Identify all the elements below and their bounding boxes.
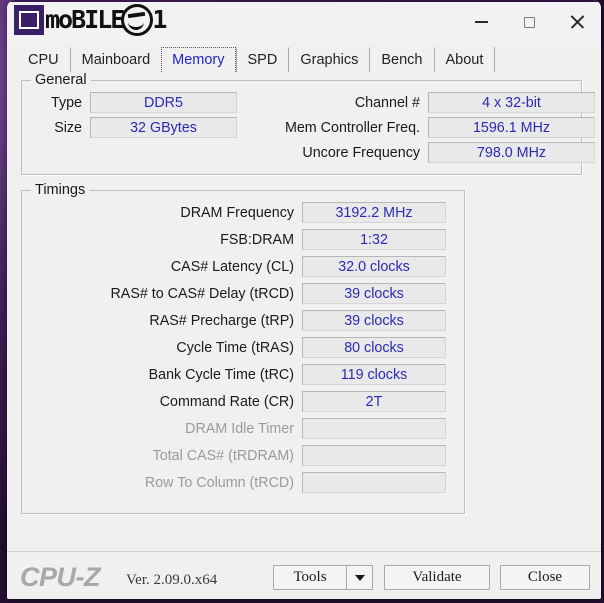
type-value: DDR5 xyxy=(90,92,237,113)
timings-row-row-to-column: Row To Column (tRCD) xyxy=(44,472,446,493)
tab-spd[interactable]: SPD xyxy=(235,47,289,72)
fsb-dram-label: FSB:DRAM xyxy=(220,231,294,248)
timings-row-command-rate: Command Rate (CR) 2T xyxy=(44,391,446,412)
dram-frequency-label: DRAM Frequency xyxy=(180,204,294,221)
dram-idle-timer-label: DRAM Idle Timer xyxy=(185,420,294,437)
memory-tab-panel: General Type DDR5 Size 32 GBytes Channel… xyxy=(7,72,601,571)
tab-label: About xyxy=(445,52,484,68)
tab-label: Mainboard xyxy=(81,52,151,68)
general-row-channel: Channel # 4 x 32-bit xyxy=(227,92,595,113)
close-icon xyxy=(570,15,584,29)
type-label: Type xyxy=(51,94,82,111)
size-value: 32 GBytes xyxy=(90,117,237,138)
uncore-frequency-label: Uncore Frequency xyxy=(302,144,420,161)
timings-row-cas-latency: CAS# Latency (CL) 32.0 clocks xyxy=(44,256,446,277)
tab-strip: CPU Mainboard Memory SPD Graphics Bench … xyxy=(17,44,601,72)
cycle-time-label: Cycle Time (tRAS) xyxy=(176,339,294,356)
minimize-button[interactable] xyxy=(457,0,505,44)
tools-dropdown-button[interactable] xyxy=(346,565,373,590)
watermark-badge-icon xyxy=(14,4,44,35)
ras-to-cas-delay-value: 39 clocks xyxy=(302,283,446,304)
tab-label: SPD xyxy=(247,52,278,68)
timings-row-trcd: RAS# to CAS# Delay (tRCD) 39 clocks xyxy=(44,283,446,304)
chevron-down-icon xyxy=(354,574,365,581)
general-row-size: Size 32 GBytes xyxy=(26,117,237,138)
cpuz-brand-logo: CPU-Z xyxy=(20,562,101,592)
ras-to-cas-delay-label: RAS# to CAS# Delay (tRCD) xyxy=(110,285,294,302)
tab-about[interactable]: About xyxy=(433,47,495,72)
minimize-icon xyxy=(474,21,488,23)
dram-frequency-value: 3192.2 MHz xyxy=(302,202,446,223)
window-controls xyxy=(457,0,601,44)
close-button-label: Close xyxy=(527,569,563,585)
tab-memory[interactable]: Memory xyxy=(161,47,236,72)
tab-graphics[interactable]: Graphics xyxy=(288,47,370,72)
mem-controller-freq-label: Mem Controller Freq. xyxy=(284,119,420,136)
general-row-type: Type DDR5 xyxy=(26,92,237,113)
uncore-frequency-value: 798.0 MHz xyxy=(428,142,595,163)
maximize-icon xyxy=(523,16,535,28)
channel-label: Channel # xyxy=(354,94,420,111)
maximize-button[interactable] xyxy=(505,0,553,44)
timings-group-title: Timings xyxy=(31,182,90,198)
ras-precharge-label: RAS# Precharge (tRP) xyxy=(149,312,294,329)
bank-cycle-time-label: Bank Cycle Time (tRC) xyxy=(148,366,294,383)
tools-button[interactable]: Tools xyxy=(273,565,347,590)
tab-label: Memory xyxy=(172,52,225,68)
command-rate-label: Command Rate (CR) xyxy=(159,393,294,410)
timings-row-trp: RAS# Precharge (tRP) 39 clocks xyxy=(44,310,446,331)
cas-latency-value: 32.0 clocks xyxy=(302,256,446,277)
watermark-text: moBILE xyxy=(45,5,125,34)
general-group: General Type DDR5 Size 32 GBytes Channel… xyxy=(21,72,595,175)
general-group-title: General xyxy=(31,72,91,88)
watermark-smiley-icon xyxy=(121,3,154,36)
tab-cpu[interactable]: CPU xyxy=(17,47,70,72)
tab-mainboard[interactable]: Mainboard xyxy=(69,47,162,72)
cycle-time-value: 80 clocks xyxy=(302,337,446,358)
general-row-uncore-frequency: Uncore Frequency 798.0 MHz xyxy=(227,142,595,163)
close-button[interactable] xyxy=(553,0,601,44)
close-app-button[interactable]: Close xyxy=(500,565,590,590)
timings-row-fsb-dram: FSB:DRAM 1:32 xyxy=(44,229,446,250)
ras-precharge-value: 39 clocks xyxy=(302,310,446,331)
bank-cycle-time-value: 119 clocks xyxy=(302,364,446,385)
channel-value: 4 x 32-bit xyxy=(428,92,595,113)
tab-label: CPU xyxy=(28,52,59,68)
timings-row-dram-idle-timer: DRAM Idle Timer xyxy=(44,418,446,439)
fsb-dram-value: 1:32 xyxy=(302,229,446,250)
timings-row-tras: Cycle Time (tRAS) 80 clocks xyxy=(44,337,446,358)
tab-label: Bench xyxy=(381,52,423,68)
general-row-mem-controller-freq: Mem Controller Freq. 1596.1 MHz xyxy=(227,117,595,138)
cpuz-window: moBILE 1 CPU Mainboard Memory SPD Graphi… xyxy=(7,0,601,599)
timings-row-trc: Bank Cycle Time (tRC) 119 clocks xyxy=(44,364,446,385)
cas-latency-label: CAS# Latency (CL) xyxy=(170,258,294,275)
watermark-one: 1 xyxy=(152,5,168,34)
tab-bench[interactable]: Bench xyxy=(369,47,434,72)
mem-controller-freq-value: 1596.1 MHz xyxy=(428,117,595,138)
timings-row-total-cas: Total CAS# (tRDRAM) xyxy=(44,445,446,466)
timings-group: Timings DRAM Frequency 3192.2 MHz FSB:DR… xyxy=(21,182,465,514)
row-to-column-value xyxy=(302,472,446,493)
validate-button[interactable]: Validate xyxy=(384,565,490,590)
tab-end-separator xyxy=(494,47,496,72)
row-to-column-label: Row To Column (tRCD) xyxy=(144,474,294,491)
footer-bar: CPU-Z Ver. 2.09.0.x64 Tools Validate Clo… xyxy=(7,551,601,599)
total-cas-label: Total CAS# (tRDRAM) xyxy=(152,447,294,464)
mobile01-watermark-logo: moBILE 1 xyxy=(14,3,167,36)
total-cas-value xyxy=(302,445,446,466)
validate-button-label: Validate xyxy=(412,569,462,585)
timings-row-dram-frequency: DRAM Frequency 3192.2 MHz xyxy=(44,202,446,223)
dram-idle-timer-value xyxy=(302,418,446,439)
tab-label: Graphics xyxy=(300,52,359,68)
window-title-bar: moBILE 1 xyxy=(7,0,601,44)
command-rate-value: 2T xyxy=(302,391,446,412)
size-label: Size xyxy=(54,119,82,136)
version-label: Ver. 2.09.0.x64 xyxy=(126,572,218,588)
tools-button-label: Tools xyxy=(293,569,327,585)
